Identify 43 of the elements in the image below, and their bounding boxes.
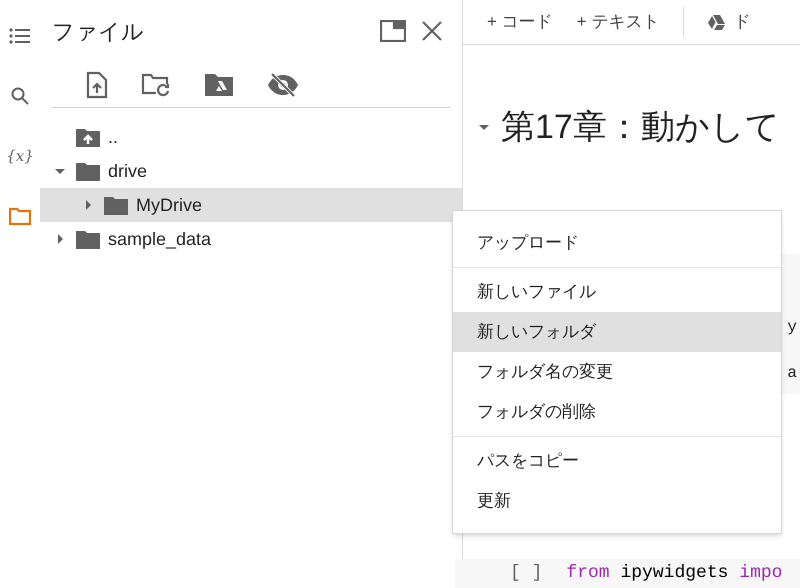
menu-item[interactable]: 更新 — [453, 481, 781, 521]
panel-title: ファイル — [52, 18, 145, 46]
menu-item[interactable]: フォルダの削除 — [453, 392, 781, 432]
caret-icon[interactable] — [83, 200, 93, 210]
code-text: a — [787, 365, 797, 381]
menu-item[interactable]: フォルダ名の変更 — [453, 352, 781, 392]
toolbar-button[interactable]: + テキスト — [576, 9, 660, 35]
code-line: from ipywidgets impo — [566, 562, 782, 585]
folder-icon — [76, 230, 100, 248]
list-icon — [9, 28, 31, 44]
menu-item[interactable]: パスをコピー — [453, 441, 781, 481]
caret-icon[interactable] — [479, 122, 489, 132]
drive-icon — [708, 14, 726, 30]
drive-button[interactable]: ド — [683, 7, 750, 37]
folder-refresh-icon[interactable] — [141, 72, 171, 96]
file-name: .. — [108, 126, 118, 148]
folder-icon — [9, 207, 31, 225]
window-icon[interactable] — [380, 20, 406, 42]
sidebar-tab[interactable]: {x} — [2, 136, 38, 176]
menu-item[interactable]: 新しいファイル — [453, 272, 781, 312]
folder-icon — [76, 162, 100, 180]
file-tree-row[interactable]: .. — [40, 120, 462, 154]
drive-folder-icon[interactable] — [204, 72, 234, 96]
file-name: sample_data — [108, 228, 212, 251]
caret-icon[interactable] — [55, 166, 65, 176]
file-tree-row[interactable]: drive — [40, 154, 462, 188]
menu-item[interactable]: アップロード — [453, 223, 781, 263]
variables-icon: {x} — [6, 144, 34, 168]
file-name: drive — [108, 160, 148, 182]
section-heading: 第17章：動かして — [501, 106, 780, 148]
eye-slash-icon[interactable] — [267, 72, 299, 98]
caret-icon[interactable] — [55, 234, 65, 244]
cell-prompt: [ ] — [510, 562, 542, 585]
file-upload-icon[interactable] — [86, 70, 108, 98]
code-text: y — [787, 319, 797, 335]
menu-item[interactable]: 新しいフォルダ — [453, 312, 781, 352]
file-tree-row[interactable]: MyDrive — [40, 188, 462, 222]
toolbar-button[interactable]: + コード — [487, 9, 553, 35]
close-icon[interactable] — [422, 21, 442, 41]
file-name: MyDrive — [136, 194, 202, 217]
folder-icon — [104, 196, 128, 214]
search-icon — [11, 87, 29, 105]
folder-up-icon — [76, 128, 100, 146]
